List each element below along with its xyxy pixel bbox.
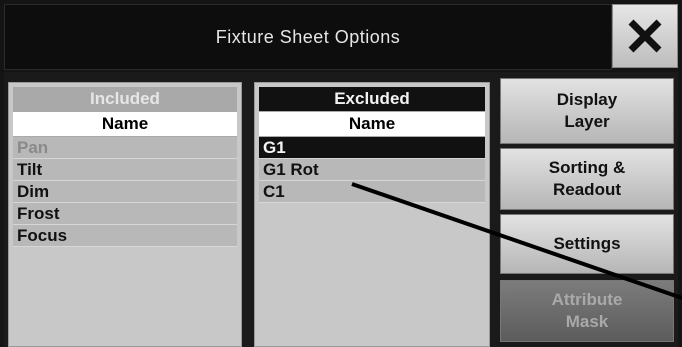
included-header[interactable]: Included — [13, 87, 237, 111]
included-panel: Included Name Pan Tilt Dim Frost Focus — [8, 82, 242, 347]
settings-button[interactable]: Settings — [500, 214, 674, 274]
attribute-mask-label-2: Mask — [565, 312, 609, 331]
sorting-readout-label-2: Readout — [553, 180, 621, 199]
sorting-readout-label-1: Sorting & — [548, 158, 626, 177]
excluded-list: G1 G1 Rot C1 — [259, 137, 485, 203]
list-item[interactable]: Dim — [13, 181, 237, 203]
included-list: Pan Tilt Dim Frost Focus — [13, 137, 237, 247]
list-item[interactable]: Tilt — [13, 159, 237, 181]
options-body: Included Name Pan Tilt Dim Frost Focus E… — [4, 72, 678, 347]
excluded-name-column[interactable]: Name — [259, 111, 485, 137]
close-button[interactable] — [612, 4, 678, 68]
close-icon — [628, 19, 662, 53]
excluded-header[interactable]: Excluded — [259, 87, 485, 111]
list-item-selected[interactable]: G1 — [259, 137, 485, 159]
fixture-sheet-options-window: Fixture Sheet Options Included Name Pan … — [0, 0, 682, 347]
included-name-column[interactable]: Name — [13, 111, 237, 137]
title-bar: Fixture Sheet Options — [4, 4, 612, 70]
settings-label: Settings — [553, 234, 621, 253]
excluded-panel: Excluded Name G1 G1 Rot C1 — [254, 82, 490, 347]
display-layer-label-2: Layer — [564, 112, 610, 131]
list-item[interactable]: Pan — [13, 137, 237, 159]
window-title: Fixture Sheet Options — [215, 26, 401, 47]
sorting-readout-button[interactable]: Sorting & Readout — [500, 148, 674, 210]
list-item[interactable]: C1 — [259, 181, 485, 203]
list-item[interactable]: Focus — [13, 225, 237, 247]
display-layer-label-1: Display — [556, 90, 618, 109]
attribute-mask-label-1: Attribute — [551, 290, 623, 309]
list-item[interactable]: G1 Rot — [259, 159, 485, 181]
attribute-mask-button[interactable]: Attribute Mask — [500, 280, 674, 342]
display-layer-button[interactable]: Display Layer — [500, 78, 674, 144]
list-item[interactable]: Frost — [13, 203, 237, 225]
